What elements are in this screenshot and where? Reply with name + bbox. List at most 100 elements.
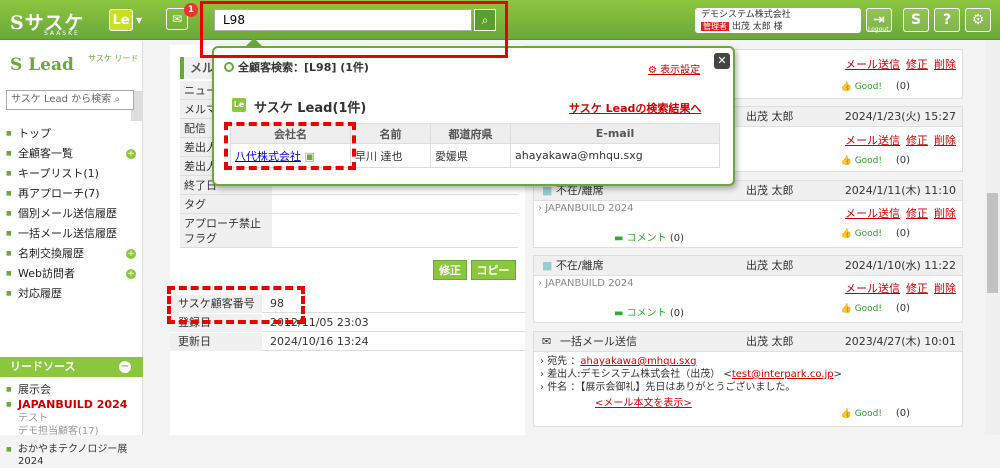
comment-button[interactable]: ▬ コメント (0) (614, 304, 684, 319)
company-name: デモシステム株式会社 (701, 10, 791, 20)
activity-links: メール送信 修正 削除 (839, 132, 956, 148)
send-mail-link[interactable]: メール送信 (845, 207, 900, 220)
activity-user: 出茂 太郎 (746, 335, 794, 348)
delete-link[interactable]: 削除 (934, 134, 956, 147)
send-mail-link[interactable]: メール送信 (845, 282, 900, 295)
col-prefecture: 都道府県 (430, 123, 511, 144)
search-icon[interactable]: ⌕ (114, 94, 120, 105)
delete-link[interactable]: 削除 (934, 207, 956, 220)
good-button[interactable]: 👍 Good! (841, 409, 882, 419)
plus-icon[interactable]: + (126, 249, 136, 259)
updated-label: 更新日 (170, 333, 262, 351)
from-address-link[interactable]: test@interpark.co.jp (732, 369, 834, 380)
sidebar-item-bulk-mail[interactable]: 一括メール送信履歴 (4, 224, 142, 244)
saaske-home-icon[interactable]: S (903, 8, 929, 32)
email-cell: ahayakawa@mhqu.sxg (510, 143, 720, 168)
sidebar-item-keep-list[interactable]: キープリスト(1) (4, 164, 142, 184)
sidebar: S Lead サスケ リード サスケ Lead から検索 ⌕ トップ 全顧客一覧… (0, 41, 143, 467)
activity-date: 2024/1/11(木) 11:10 (844, 184, 956, 197)
lead-subtitle: サスケ リード (88, 54, 139, 63)
highlight-customer-number (167, 286, 305, 324)
radio-icon[interactable] (224, 62, 234, 72)
admin-badge: 管理者 (701, 22, 729, 31)
updated-row: 更新日 2024/10/16 13:24 (170, 333, 525, 351)
copy-button[interactable]: コピー (470, 260, 516, 280)
activity-type: 一括メール送信 (560, 335, 637, 348)
send-mail-link[interactable]: メール送信 (845, 134, 900, 147)
good-count: (0) (895, 81, 910, 92)
plus-icon[interactable]: + (126, 149, 136, 159)
good-button[interactable]: 👍 Good! (841, 156, 882, 166)
sidebar-item-top[interactable]: トップ (4, 124, 142, 144)
lead-logo[interactable]: S Lead (10, 55, 74, 75)
source-test[interactable]: テスト (4, 412, 142, 425)
user-name: 出茂 太郎 様 (731, 22, 783, 32)
updated-value: 2024/10/16 13:24 (270, 335, 369, 348)
activity-date: 2024/1/23(火) 15:27 (844, 110, 956, 123)
edit-button[interactable]: 修正 (433, 260, 467, 280)
sidebar-menu: トップ 全顧客一覧+ キープリスト(1) 再アプローチ(7) 個別メール送信履歴… (4, 124, 142, 304)
lead-source-list: 展示会 JAPANBUILD 2024 テスト デモ担当顧客(17) おかやまテ… (4, 382, 142, 468)
close-icon[interactable]: ✕ (714, 53, 730, 69)
comment-button[interactable]: ▬ コメント (0) (614, 229, 684, 244)
good-count: (0) (895, 155, 910, 166)
collapse-icon[interactable]: − (119, 361, 131, 373)
good-count: (0) (895, 228, 910, 239)
good-count: (0) (895, 303, 910, 314)
sidebar-item-web-visitors[interactable]: Web訪問者+ (4, 264, 142, 284)
activity-item: ✉ 一括メール送信 出茂 太郎 2023/4/27(木) 10:01 › 宛先 … (533, 331, 963, 427)
help-icon[interactable]: ? (934, 8, 960, 32)
logo-subtitle: SAASKE (44, 30, 80, 37)
gear-icon[interactable]: ⚙ (965, 8, 991, 32)
edit-link[interactable]: 修正 (906, 58, 928, 71)
source-demo[interactable]: デモ担当顧客(17) (4, 425, 142, 438)
delete-link[interactable]: 削除 (934, 58, 956, 71)
user-info: デモシステム株式会社 管理者 出茂 太郎 様 (695, 8, 861, 33)
col-email: E-mail (510, 123, 720, 144)
activity-links: メール送信 修正 削除 (839, 56, 956, 72)
to-address-link[interactable]: ahayakawa@mhqu.sxg (580, 356, 696, 367)
popup-title: 全顧客検索：[L98] (1件) (224, 59, 369, 75)
sidebar-item-all-customers[interactable]: 全顧客一覧+ (4, 144, 142, 164)
delete-link[interactable]: 削除 (934, 282, 956, 295)
activity-date: 2023/4/27(木) 10:01 (844, 335, 956, 348)
source-japanbuild[interactable]: JAPANBUILD 2024 (4, 397, 142, 412)
chevron-down-icon[interactable]: ▼ (136, 16, 142, 25)
mail-icon: ✉ (542, 335, 552, 348)
prefecture-cell: 愛媛県 (430, 143, 511, 168)
edit-link[interactable]: 修正 (906, 282, 928, 295)
sidebar-item-individual-mail[interactable]: 個別メール送信履歴 (4, 204, 142, 224)
lead-search-input[interactable]: サスケ Lead から検索 ⌕ (6, 90, 134, 110)
plus-icon[interactable]: + (126, 269, 136, 279)
activity-type: 不在/離席 (542, 256, 604, 276)
activity-links: メール送信 修正 削除 (839, 205, 956, 221)
app-switcher-button[interactable]: Le (109, 9, 133, 31)
activity-header: 不在/離席 出茂 太郎 2024/1/10(水) 11:22 (534, 256, 962, 276)
source-okayama[interactable]: おかやまテクノロジー展 2024 (4, 444, 142, 468)
good-button[interactable]: 👍 Good! (841, 82, 882, 92)
good-button[interactable]: 👍 Good! (841, 304, 882, 314)
activity-date: 2024/1/10(水) 11:22 (844, 259, 956, 272)
sidebar-item-reapproach[interactable]: 再アプローチ(7) (4, 184, 142, 204)
mail-detail: › 宛先 ：ahayakawa@mhqu.sxg › 差出人:デモシステム株式会… (534, 355, 962, 410)
edit-link[interactable]: 修正 (906, 207, 928, 220)
detail-row: アプローチ禁止フラグ (180, 214, 518, 248)
lead-results-link[interactable]: サスケ Leadの検索結果へ (569, 100, 701, 116)
sidebar-item-response-history[interactable]: 対応履歴 (4, 284, 142, 304)
good-button[interactable]: 👍 Good! (841, 229, 882, 239)
notification-badge: 1 (184, 3, 198, 17)
lead-app-icon: Le (232, 98, 246, 112)
sidebar-item-card-exchange[interactable]: 名刺交換履歴+ (4, 244, 142, 264)
lead-source-header[interactable]: リードソース − (0, 357, 143, 377)
scrollbar-thumb[interactable] (987, 193, 998, 293)
activity-item: 不在/離席 出茂 太郎 2024/1/10(水) 11:22 › JAPANBU… (533, 255, 963, 323)
send-mail-link[interactable]: メール送信 (845, 58, 900, 71)
col-name: 名前 (350, 123, 431, 144)
display-settings-link[interactable]: ⚙ 表示設定 (648, 61, 700, 76)
edit-link[interactable]: 修正 (906, 134, 928, 147)
source-exhibition[interactable]: 展示会 (4, 382, 142, 397)
activity-user: 出茂 太郎 (746, 259, 794, 272)
highlight-search-box (200, 1, 508, 58)
activity-item: 不在/離席 出茂 太郎 2024/1/11(木) 11:10 › JAPANBU… (533, 180, 963, 248)
page-scrollbar[interactable] (985, 40, 1000, 435)
